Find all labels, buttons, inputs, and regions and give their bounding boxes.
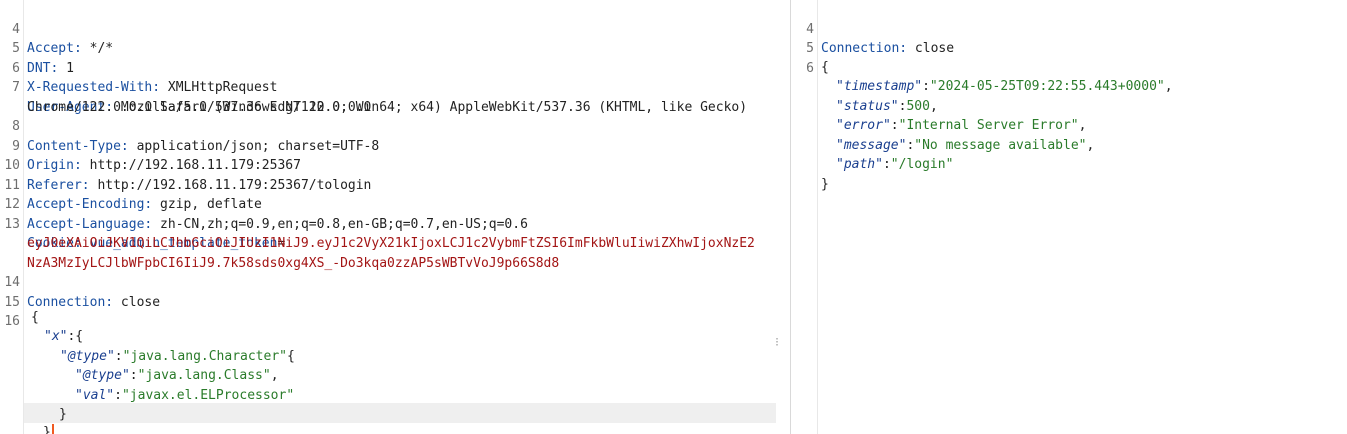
pane-divider[interactable] bbox=[790, 0, 791, 434]
cookie-token-line: NzA3MzIyLCJlbWFpbCI6IiJ9.7k58sds0xg4XS_-… bbox=[0, 234, 559, 271]
json-key: "@type" bbox=[60, 348, 115, 364]
response-line: 4 Connection: close bbox=[800, 0, 954, 57]
header-name: Referer: bbox=[27, 177, 90, 193]
json-string: "/login" bbox=[890, 157, 954, 172]
header-value: gzip, deflate bbox=[152, 197, 262, 212]
header-name: Content-Type: bbox=[27, 138, 129, 154]
header-name: Connection: bbox=[821, 41, 908, 56]
response-body-line: "error":"Internal Server Error", bbox=[836, 118, 1087, 133]
header-name: Connection: bbox=[27, 294, 114, 310]
header-value: Chrome/122.0.0.0 Safari/537.36 Edg/122.0… bbox=[27, 99, 372, 115]
json-punct: :{ bbox=[67, 329, 84, 344]
request-line: 11 Accept-Encoding: gzip, deflate bbox=[0, 156, 261, 213]
request-line: 4 Accept: */* bbox=[0, 0, 113, 57]
header-value: */* bbox=[81, 41, 114, 56]
header-name: DNT: bbox=[27, 60, 59, 76]
json-key: "@type" bbox=[75, 368, 130, 383]
request-line: 9 Origin: http://192.168.11.179:25367 bbox=[0, 117, 301, 174]
body-line: } bbox=[0, 403, 54, 434]
brace-open: { bbox=[31, 309, 39, 325]
cookie-token: eyJ0eXAiOiJKV1QiLCJhbGciOiJIUzI1NiJ9.eyJ… bbox=[27, 236, 755, 251]
response-body-line: "message":"No message available", bbox=[836, 137, 1095, 153]
body-line: { bbox=[4, 288, 39, 325]
request-line-wrap: Chrome/122.0.0.0 Safari/537.36 Edg/122.0… bbox=[0, 78, 371, 115]
brace-close: } bbox=[43, 424, 51, 434]
request-line-cookie: 13 Cookie: vue_admin_template_token= bbox=[0, 195, 285, 252]
json-string: "No message available" bbox=[914, 137, 1087, 153]
response-viewer[interactable]: 4 Connection: close 5 6 { "timestamp":"2… bbox=[800, 0, 1347, 434]
request-editor[interactable]: 4 Accept: */* 5 DNT: 1 6 X-Requested-Wit… bbox=[0, 0, 780, 434]
json-key: "path" bbox=[836, 157, 883, 172]
body-line: "x":{ bbox=[0, 308, 83, 344]
json-string: "javax.el.ELProcessor" bbox=[121, 387, 295, 403]
request-line: 14 Connection: close bbox=[0, 254, 160, 310]
json-punct: { bbox=[287, 348, 295, 364]
request-line: 10 Referer: http://192.168.11.179:25367/… bbox=[0, 137, 371, 193]
response-body-line: { bbox=[800, 38, 831, 75]
json-number: 500 bbox=[906, 98, 930, 114]
response-line: 5 bbox=[800, 20, 831, 56]
json-key: "timestamp" bbox=[836, 79, 923, 94]
header-value: http://192.168.11.179:25367 bbox=[81, 158, 301, 173]
cookie-token-line: eyJ0eXAiOiJKV1QiLCJhbGciOiJIUzI1NiJ9.eyJ… bbox=[0, 215, 755, 251]
text-caret bbox=[51, 424, 54, 434]
response-body-line: } bbox=[800, 155, 831, 192]
header-value: close bbox=[907, 41, 955, 56]
header-value: application/json; charset=UTF-8 bbox=[128, 138, 380, 154]
request-line: 8 Content-Type: application/json; charse… bbox=[0, 98, 379, 154]
header-value: XMLHttpRequest bbox=[160, 80, 278, 95]
json-key: "val" bbox=[75, 387, 115, 403]
scroll-handle[interactable]: · · · bbox=[774, 335, 780, 351]
request-line: 7 User-Agent: Mozilla/5.0 (Windows NT 10… bbox=[0, 59, 747, 115]
request-line: 5 DNT: 1 bbox=[0, 20, 74, 76]
header-name: Accept-Encoding: bbox=[27, 197, 153, 212]
body-line: "val":"javax.el.ELProcessor" bbox=[75, 387, 295, 403]
cookie-token: NzA3MzIyLCJlbWFpbCI6IiJ9.7k58sds0xg4XS_-… bbox=[27, 255, 560, 271]
request-line: 6 X-Requested-With: XMLHttpRequest bbox=[0, 39, 277, 96]
body-line: "@type":"java.lang.Class", bbox=[75, 368, 279, 383]
header-name: Origin: bbox=[27, 158, 82, 173]
json-string: "2024-05-25T09:22:55.443+0000" bbox=[929, 79, 1165, 94]
request-line: 12 Accept-Language: zh-CN,zh;q=0.9,en;q=… bbox=[0, 176, 528, 232]
header-name: Accept: bbox=[27, 41, 82, 56]
json-string: "Internal Server Error" bbox=[898, 118, 1079, 133]
header-value: 1 bbox=[58, 60, 74, 76]
json-key: "x" bbox=[44, 329, 68, 344]
json-key: "status" bbox=[836, 98, 899, 114]
response-body-line: "timestamp":"2024-05-25T09:22:55.443+000… bbox=[836, 79, 1173, 94]
body-line: "@type":"java.lang.Character"{ bbox=[60, 348, 295, 364]
header-name: Accept-Language: bbox=[27, 216, 153, 232]
header-value: http://192.168.11.179:25367/tologin bbox=[89, 177, 372, 193]
header-value: close bbox=[113, 294, 161, 310]
brace-close: } bbox=[821, 176, 829, 192]
json-key: "error" bbox=[836, 118, 891, 133]
header-value: zh-CN,zh;q=0.9,en;q=0.8,en-GB;q=0.7,en-U… bbox=[152, 216, 528, 232]
response-body-line: "status":500, bbox=[836, 98, 938, 114]
header-name: X-Requested-With: bbox=[27, 80, 161, 95]
json-key: "message" bbox=[836, 137, 907, 153]
brace-close: } bbox=[59, 407, 67, 422]
response-body-line: "path":"/login" bbox=[836, 157, 954, 172]
current-line-highlight bbox=[24, 403, 776, 423]
json-string: "java.lang.Class" bbox=[137, 368, 271, 383]
json-string: "java.lang.Character" bbox=[122, 348, 287, 364]
